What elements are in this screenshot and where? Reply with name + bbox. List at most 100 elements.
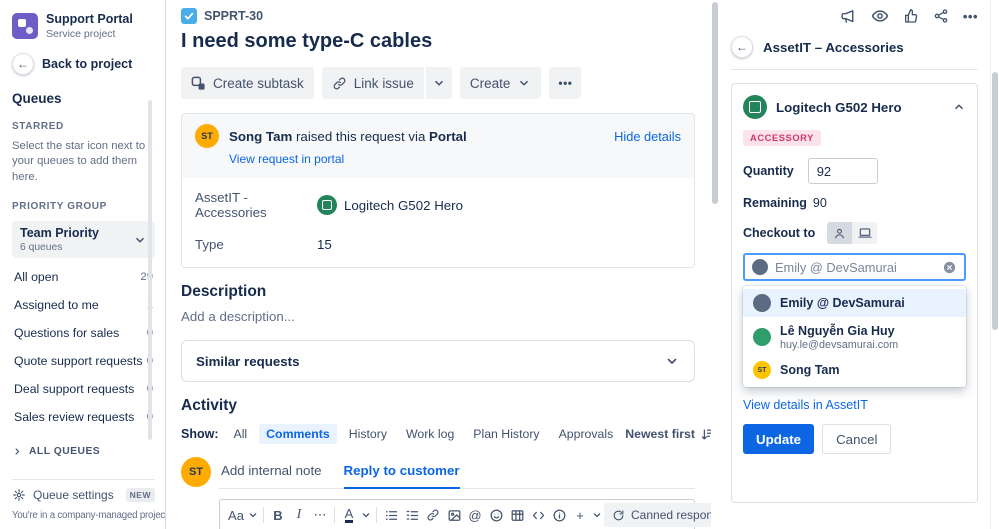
sidebar-item-deal-support-requests[interactable]: Deal support requests 0 bbox=[12, 375, 155, 403]
comment-editor[interactable]: Aa B I ⋯ A @ + bbox=[219, 499, 695, 529]
request-channel: Portal bbox=[429, 129, 467, 144]
hide-details-link[interactable]: Hide details bbox=[614, 129, 681, 144]
asset-title: Logitech G502 Hero bbox=[776, 100, 943, 115]
code-block-button[interactable] bbox=[528, 503, 548, 527]
comment-tabs: Add internal note Reply to customer bbox=[219, 457, 695, 489]
sidebar-item-assigned-to-me[interactable]: Assigned to me 1 bbox=[12, 291, 155, 319]
queue-settings[interactable]: Queue settings NEW bbox=[12, 488, 155, 502]
activity-filter-all[interactable]: All bbox=[227, 424, 255, 444]
activity-filter-plan-history[interactable]: Plan History bbox=[466, 424, 546, 444]
mention-button[interactable]: @ bbox=[465, 503, 485, 527]
view-request-in-portal-link[interactable]: View request in portal bbox=[229, 152, 344, 166]
insert-table-button[interactable] bbox=[507, 503, 527, 527]
reporter-avatar: ST bbox=[195, 124, 219, 148]
more-actions-button[interactable]: ••• bbox=[549, 67, 581, 99]
queue-label: All open bbox=[14, 270, 58, 284]
sidebar-item-quote-support-requests[interactable]: Quote support requests 0 bbox=[12, 347, 155, 375]
activity-filter-comments[interactable]: Comments bbox=[259, 424, 337, 444]
link-icon bbox=[426, 508, 440, 522]
breadcrumb-issue-key[interactable]: SPPRT-30 bbox=[204, 9, 263, 23]
canned-responses-button[interactable]: Canned responses bbox=[604, 503, 711, 527]
field-value-asset[interactable]: Logitech G502 Hero bbox=[317, 195, 463, 215]
insert-more-button[interactable]: + bbox=[570, 503, 590, 527]
user-dropdown: Emily @ DevSamurai Lê Nguyễn Gia Huy huy… bbox=[743, 286, 966, 387]
tab-reply-to-customer[interactable]: Reply to customer bbox=[344, 457, 460, 489]
asset-card-header[interactable]: Logitech G502 Hero bbox=[743, 95, 966, 119]
field-value-type[interactable]: 15 bbox=[317, 237, 332, 252]
request-details-panel: ST Song Tam raised this request via Port… bbox=[181, 113, 695, 268]
app-root: Support Portal Service project ← Back to… bbox=[0, 0, 999, 529]
description-placeholder[interactable]: Add a description... bbox=[181, 309, 695, 324]
italic-button[interactable]: I bbox=[289, 503, 309, 527]
numbered-list-button[interactable] bbox=[402, 503, 422, 527]
field-label: AssetIT - Accessories bbox=[195, 190, 317, 220]
right-scrollbar-thumb[interactable] bbox=[992, 72, 998, 330]
create-subtask-button[interactable]: Create subtask bbox=[181, 67, 314, 99]
queue-label: Deal support requests bbox=[14, 382, 134, 396]
view-details-link[interactable]: View details in AssetIT bbox=[743, 398, 868, 412]
sidebar-item-all-open[interactable]: All open 29 bbox=[12, 263, 155, 291]
vote-button[interactable] bbox=[903, 8, 919, 24]
bullet-list-icon bbox=[384, 508, 399, 523]
chevron-down-icon bbox=[664, 353, 680, 369]
activity-filter-worklog[interactable]: Work log bbox=[399, 424, 461, 444]
update-button[interactable]: Update bbox=[743, 424, 814, 454]
dropdown-item-emily[interactable]: Emily @ DevSamurai bbox=[743, 289, 966, 317]
tab-add-internal-note[interactable]: Add internal note bbox=[221, 457, 322, 488]
sidebar-item-questions-for-sales[interactable]: Questions for sales 0 bbox=[12, 319, 155, 347]
emoji-icon bbox=[489, 508, 504, 523]
emoji-button[interactable] bbox=[486, 503, 506, 527]
main-scrollbar-thumb[interactable] bbox=[712, 2, 718, 204]
project-header: Support Portal Service project bbox=[12, 12, 155, 40]
clear-selection-icon[interactable] bbox=[942, 260, 957, 275]
more-button[interactable]: ••• bbox=[963, 9, 978, 24]
sidebar-item-sales-review-requests[interactable]: Sales review requests 0 bbox=[12, 403, 155, 431]
bullet-list-button[interactable] bbox=[381, 503, 401, 527]
right-scrollbar-track[interactable] bbox=[990, 0, 999, 529]
chevron-down-icon bbox=[432, 76, 446, 90]
queue-label: Questions for sales bbox=[14, 326, 119, 340]
gear-icon bbox=[12, 488, 26, 502]
link-issue-dropdown-button[interactable] bbox=[426, 67, 452, 99]
chevron-up-icon[interactable] bbox=[952, 100, 966, 114]
sidebar-scrollbar[interactable] bbox=[148, 100, 152, 440]
insert-link-button[interactable] bbox=[423, 503, 443, 527]
request-fields: AssetIT - Accessories Logitech G502 Hero… bbox=[182, 178, 694, 267]
quantity-input[interactable] bbox=[808, 158, 878, 184]
watch-button[interactable] bbox=[871, 7, 889, 25]
link-issue-button[interactable]: Link issue bbox=[322, 67, 424, 99]
dropdown-item-huy[interactable]: Lê Nguyễn Gia Huy huy.le@devsamurai.com bbox=[743, 317, 966, 356]
panel-back-button[interactable]: ← bbox=[731, 36, 753, 58]
info-panel-button[interactable] bbox=[549, 503, 569, 527]
cancel-button[interactable]: Cancel bbox=[822, 424, 891, 454]
queue-list: All open 29 Assigned to me 1 Questions f… bbox=[12, 263, 155, 431]
bold-button[interactable]: B bbox=[268, 503, 288, 527]
create-button[interactable]: Create bbox=[460, 67, 542, 99]
current-user-avatar: ST bbox=[181, 457, 211, 487]
checkout-to-user-button[interactable] bbox=[827, 222, 852, 244]
all-queues-toggle[interactable]: ALL QUEUES bbox=[12, 446, 155, 457]
checkout-to-device-button[interactable] bbox=[852, 222, 877, 244]
divider bbox=[334, 507, 335, 523]
main-scrollbar-track[interactable] bbox=[711, 0, 719, 529]
issue-action-bar: Create subtask Link issue Create ••• bbox=[181, 67, 695, 99]
activity-filter-history[interactable]: History bbox=[342, 424, 394, 444]
share-button[interactable] bbox=[933, 8, 949, 24]
project-type-note: You're in a company-managed project bbox=[12, 510, 155, 521]
dropdown-item-song-tam[interactable]: ST Song Tam bbox=[743, 356, 966, 384]
chevron-right-icon bbox=[12, 446, 23, 457]
megaphone-icon bbox=[840, 8, 857, 25]
checkout-user-combobox[interactable]: Emily @ DevSamurai bbox=[743, 253, 966, 281]
activity-filter-approvals[interactable]: Approvals bbox=[552, 424, 621, 444]
new-badge: NEW bbox=[126, 488, 155, 502]
team-priority-selector[interactable]: Team Priority 6 queues bbox=[12, 221, 155, 258]
insert-image-button[interactable] bbox=[444, 503, 464, 527]
more-formatting-button[interactable]: ⋯ bbox=[310, 503, 330, 527]
chevron-down-icon bbox=[360, 509, 372, 521]
sort-order-button[interactable]: Newest first bbox=[625, 427, 711, 442]
text-color-button[interactable]: A bbox=[339, 503, 359, 527]
feedback-button[interactable] bbox=[840, 8, 857, 25]
back-to-project[interactable]: ← Back to project bbox=[12, 53, 155, 75]
text-style-button[interactable]: Aa bbox=[226, 503, 246, 527]
similar-requests-panel[interactable]: Similar requests bbox=[181, 340, 695, 382]
